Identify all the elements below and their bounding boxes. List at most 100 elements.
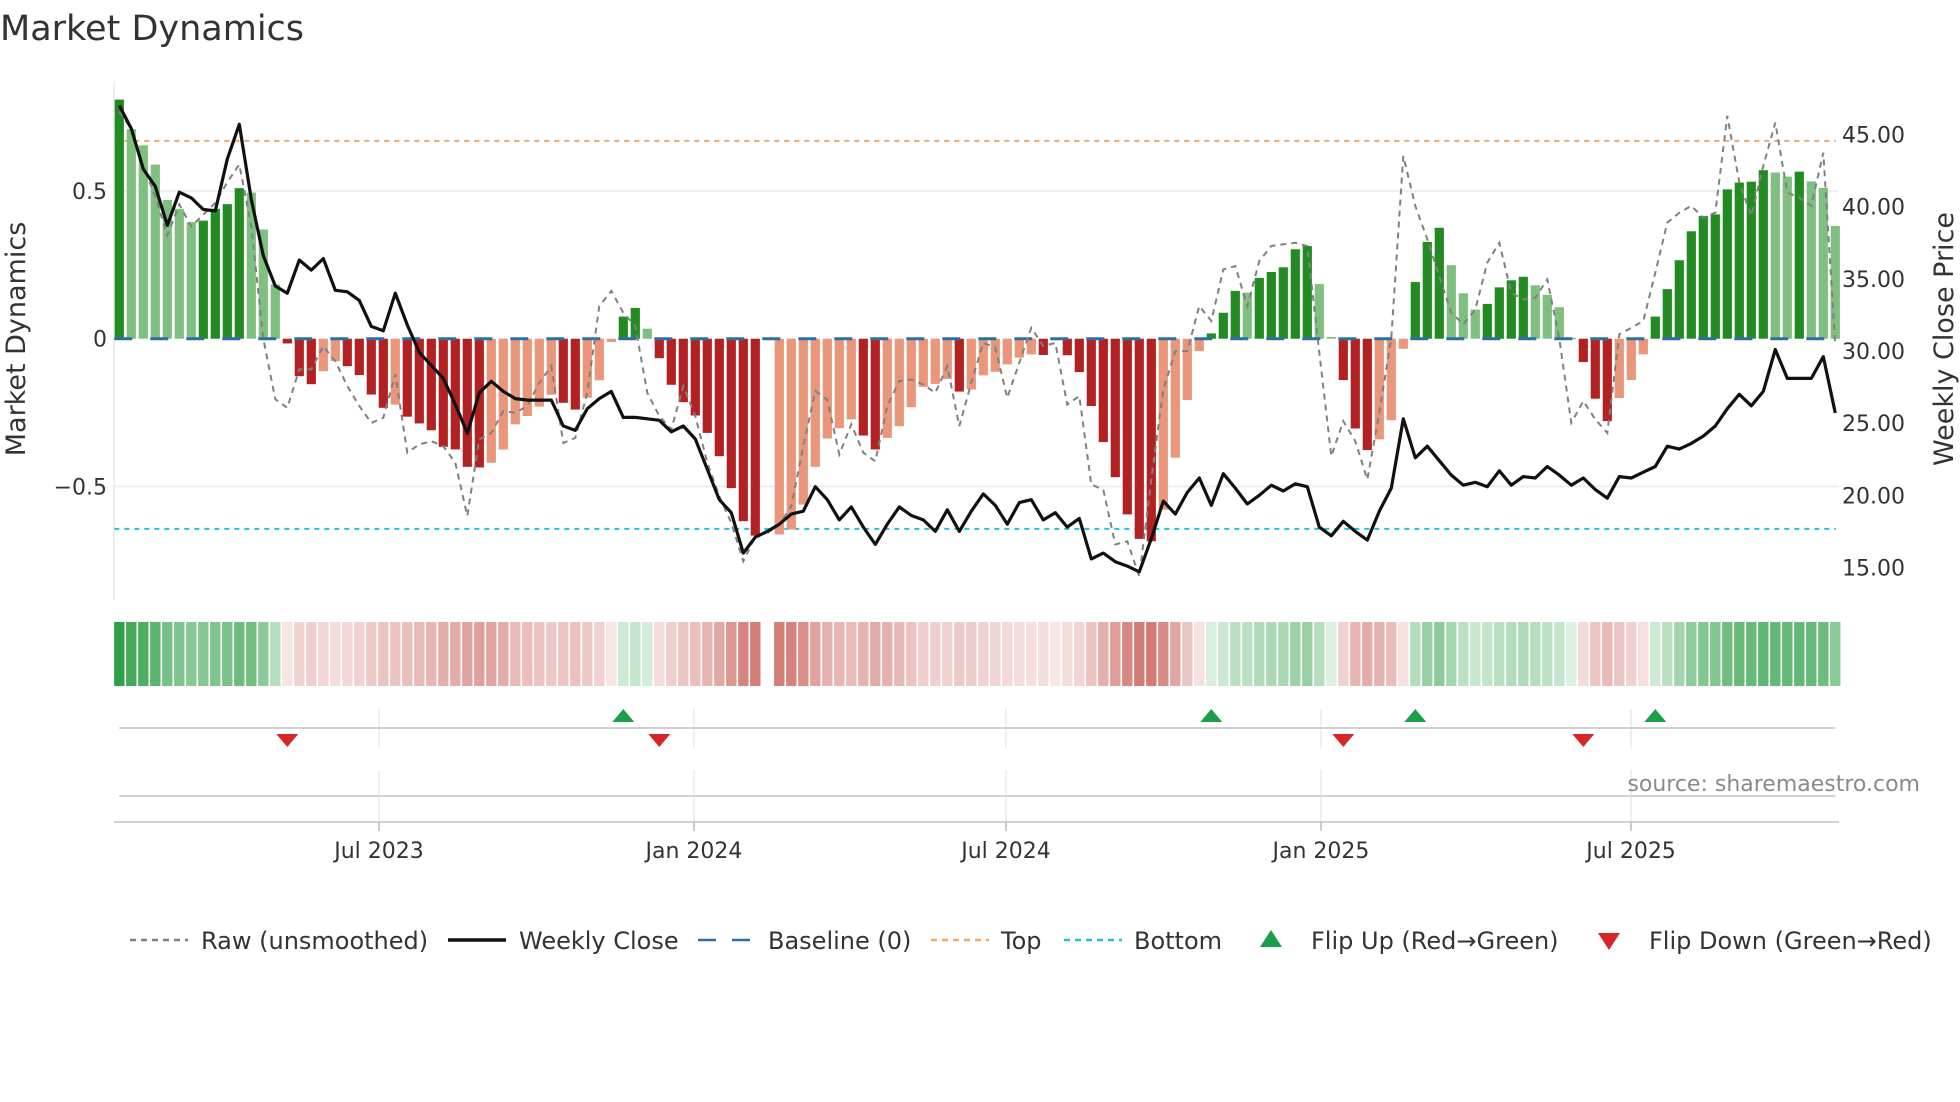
dynamics-bar: [1026, 338, 1036, 355]
heat-cell: [1494, 622, 1505, 686]
heat-cell: [1122, 622, 1133, 686]
heat-cell: [1038, 622, 1049, 686]
dynamics-bar: [1218, 312, 1228, 339]
heat-cell: [210, 622, 221, 686]
dynamics-bar: [1638, 338, 1648, 355]
heat-cell: [426, 622, 437, 686]
x-tick-label: Jan 2024: [644, 839, 743, 864]
heat-cell: [1374, 622, 1385, 686]
heat-cell: [138, 622, 149, 686]
dynamics-bar: [570, 338, 580, 410]
heat-cell: [474, 622, 485, 686]
flip-up-marker: [1644, 709, 1667, 722]
heat-cell: [1290, 622, 1301, 686]
heat-cell: [1350, 622, 1361, 686]
heat-cell: [174, 622, 185, 686]
heat-cell: [1662, 622, 1673, 686]
heat-cell: [834, 622, 845, 686]
y2-tick-label: 30.00: [1842, 340, 1905, 365]
heat-cell: [522, 622, 533, 686]
x-tick-label: Jan 2025: [1271, 839, 1370, 864]
heat-cell: [774, 622, 785, 686]
dynamics-bar: [630, 308, 640, 339]
x-tick-label: Jul 2023: [332, 839, 424, 864]
heat-cell: [1230, 622, 1241, 686]
dynamics-bar: [1266, 272, 1276, 339]
flip-down-marker: [1572, 734, 1595, 747]
heat-cell: [258, 622, 269, 686]
heat-cell: [822, 622, 833, 686]
flip-up-marker: [612, 709, 635, 722]
heat-cell: [1146, 622, 1157, 686]
heat-cell: [1170, 622, 1181, 686]
heat-cell: [1278, 622, 1289, 686]
dynamics-bar: [1818, 187, 1828, 339]
dynamics-bar: [954, 338, 964, 392]
dynamics-bar: [690, 338, 700, 416]
heat-cell: [1518, 622, 1529, 686]
dynamics-bar: [1074, 338, 1084, 373]
dynamics-bar: [906, 338, 916, 408]
heat-cell: [750, 622, 761, 686]
heat-cell: [1326, 622, 1337, 686]
heat-cell: [978, 622, 989, 686]
heat-cell: [150, 622, 161, 686]
heat-cell: [1470, 622, 1481, 686]
dynamics-bar: [1302, 246, 1312, 339]
dynamics-bar: [1626, 338, 1636, 381]
dynamics-bar: [1398, 338, 1408, 349]
heat-cell: [1698, 622, 1709, 686]
heat-cell: [1734, 622, 1745, 686]
dynamics-bar: [270, 284, 280, 339]
heat-cell: [1782, 622, 1793, 686]
flip-down-marker: [276, 734, 299, 747]
heat-cell: [114, 622, 125, 686]
heat-cell: [1254, 622, 1265, 686]
dynamics-bar: [282, 338, 292, 344]
dynamics-bar: [1518, 276, 1528, 339]
heat-cell: [1134, 622, 1145, 686]
flip-markers-panel: [119, 709, 1836, 822]
dynamics-bar: [378, 338, 388, 408]
flip-down-marker: [648, 734, 671, 747]
heat-cell: [690, 622, 701, 686]
heat-cell: [702, 622, 713, 686]
heat-cell: [1710, 622, 1721, 686]
market-dynamics-chart: Market Dynamics 0.5 0 −0.5 45.00 40.00 35.00…: [0, 9, 1960, 955]
dynamics-bar: [1590, 338, 1600, 399]
dynamics-bar: [1386, 338, 1396, 421]
dynamics-bar: [1542, 294, 1552, 339]
y2-tick-label: 35.00: [1842, 268, 1905, 293]
dynamics-bar: [1242, 292, 1252, 339]
dynamics-bar: [1326, 336, 1336, 339]
dynamics-bar: [726, 338, 736, 489]
heat-cell: [1158, 622, 1169, 686]
heat-cell: [882, 622, 893, 686]
x-tick-label: Jul 2024: [959, 839, 1051, 864]
heat-cell: [678, 622, 689, 686]
heat-cell: [1074, 622, 1085, 686]
heat-cell: [954, 622, 965, 686]
heat-cell: [1386, 622, 1397, 686]
dynamics-bar: [174, 208, 184, 339]
y2-axis-label: Weekly Close Price: [1929, 212, 1960, 466]
dynamics-bar: [1146, 338, 1156, 542]
x-axis: Jul 2023 Jan 2024 Jul 2024 Jan 2025 Jul 2025: [114, 821, 1839, 864]
heat-cell: [438, 622, 449, 686]
dynamics-bar: [462, 338, 472, 467]
heat-cell: [1026, 622, 1037, 686]
heat-cell: [1362, 622, 1373, 686]
heat-cell: [486, 622, 497, 686]
y2-tick-label: 40.00: [1842, 196, 1905, 221]
dynamics-bar: [1758, 170, 1768, 339]
dynamics-bar: [1062, 338, 1072, 356]
legend: Raw (unsmoothed) Weekly Close Baseline (0)…: [130, 927, 1932, 955]
legend-label: Raw (unsmoothed): [201, 927, 428, 955]
dynamics-bar: [582, 338, 592, 398]
heat-cell: [318, 622, 329, 686]
dynamics-bar: [1086, 338, 1096, 407]
legend-label: Baseline (0): [768, 927, 911, 955]
dynamics-bar: [1362, 338, 1372, 451]
dynamics-bar: [1254, 277, 1264, 339]
dynamics-bar: [1278, 267, 1288, 339]
